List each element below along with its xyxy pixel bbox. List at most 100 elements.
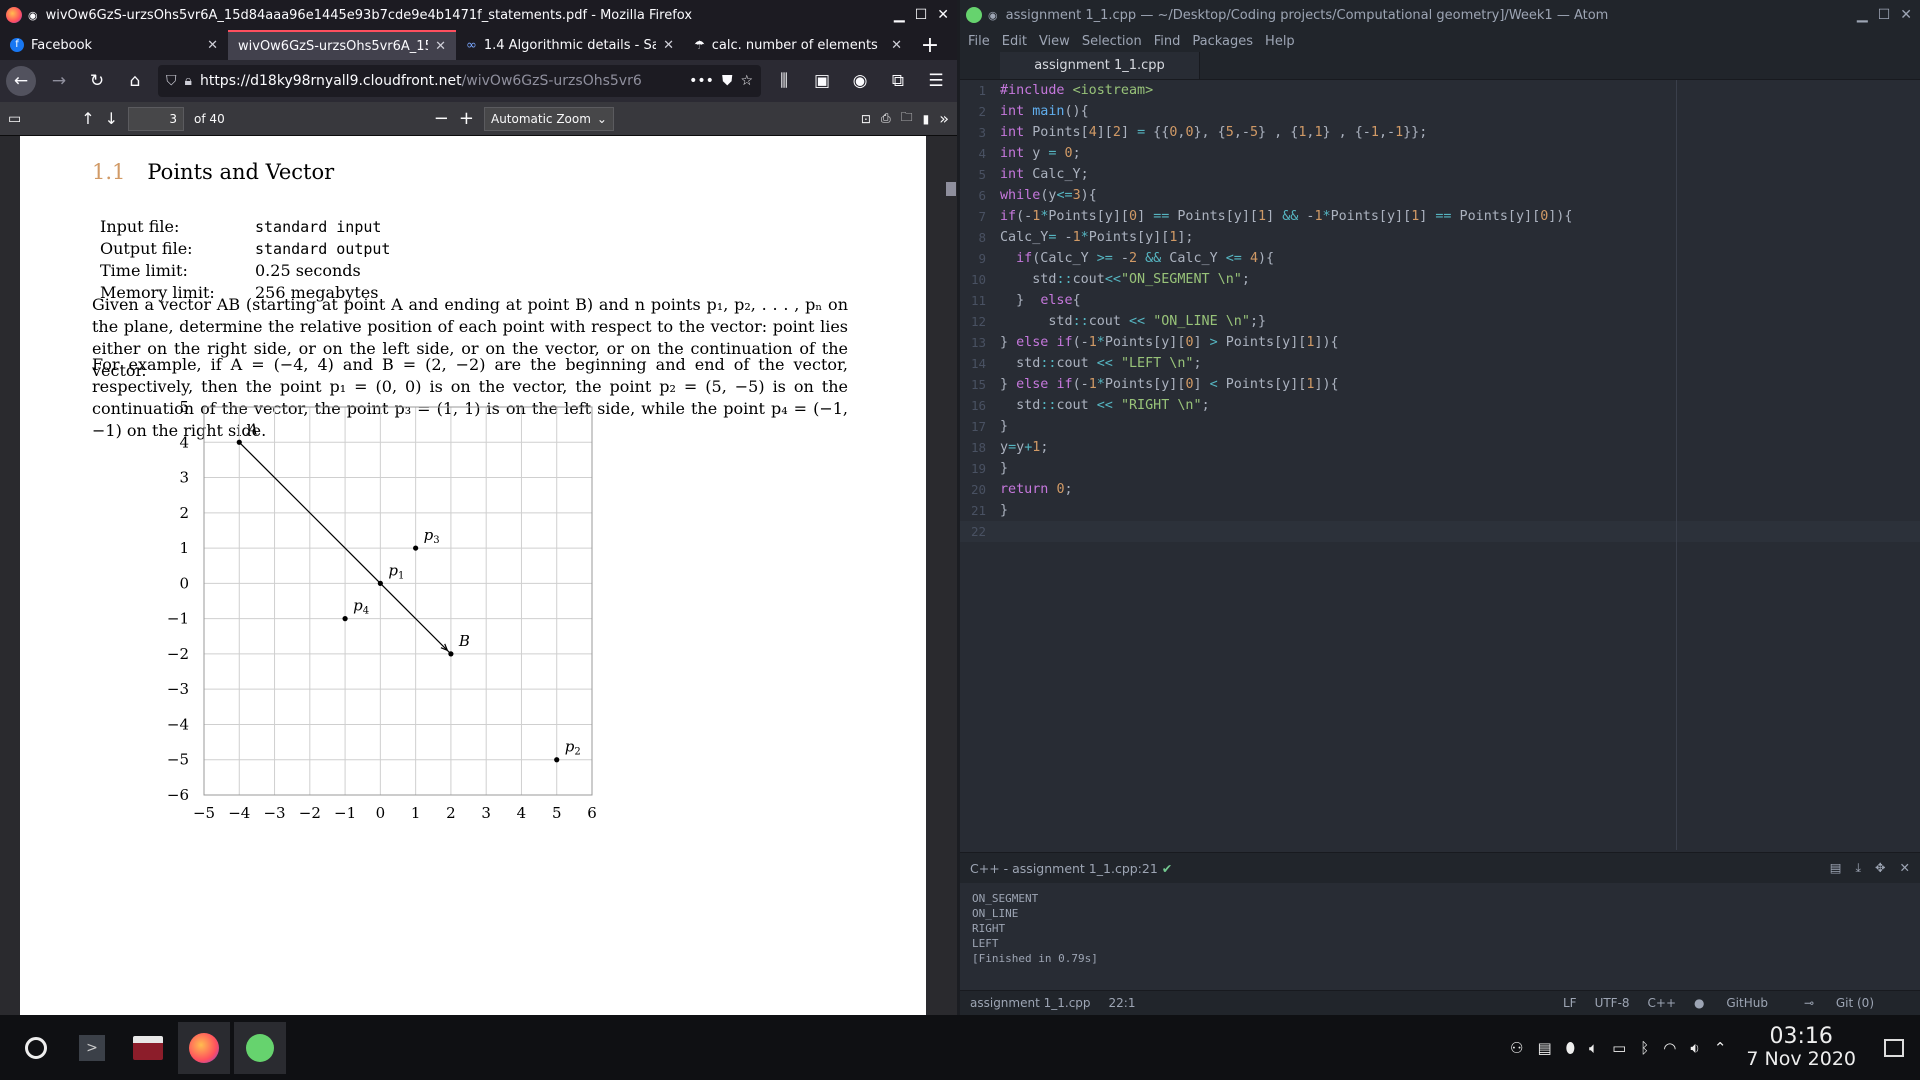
tab-coursera[interactable]: ∞ 1.4 Algorithmic details - Sa ✕ [456, 30, 684, 60]
volume-icon[interactable]: 🔈︎ [1589, 1039, 1598, 1057]
extensions-icon[interactable]: ⧉ [883, 66, 913, 96]
close-tab-icon[interactable]: ✕ [891, 38, 902, 53]
menu-find[interactable]: Find [1154, 34, 1181, 49]
minimize-icon[interactable]: ▁ [894, 7, 905, 23]
code-line[interactable]: 22 [960, 521, 1920, 542]
star-icon[interactable]: ☆ [740, 73, 753, 89]
menu-help[interactable]: Help [1265, 34, 1295, 49]
more-icon[interactable]: ••• [689, 73, 714, 89]
bluetooth-icon[interactable]: ᛒ [1640, 1039, 1649, 1057]
presentation-icon[interactable]: ⊡ [861, 112, 871, 126]
status-git[interactable]: ⊸ Git (0) [1804, 996, 1892, 1010]
reload-button[interactable]: ↻ [82, 66, 112, 96]
save-icon[interactable]: 🗀︎ [901, 108, 913, 129]
code-line[interactable]: 18 y=y+1; [960, 437, 1920, 458]
menu-packages[interactable]: Packages [1192, 34, 1253, 49]
prev-page-icon[interactable]: ↑ [81, 109, 94, 128]
clock[interactable]: 03:16 7 Nov 2020 [1746, 1025, 1856, 1070]
code-line[interactable]: 3 int Points[4][2] = {{0,0}, {5,-5} , {1,… [960, 122, 1920, 143]
download-icon[interactable]: ⤓ [1856, 860, 1862, 876]
tab-facebook[interactable]: f Facebook ✕ [0, 30, 228, 60]
account-icon[interactable]: ◉ [845, 66, 875, 96]
new-tab-button[interactable]: + [912, 30, 948, 60]
zoom-out-icon[interactable]: − [434, 108, 449, 129]
code-line[interactable]: 19} [960, 458, 1920, 479]
code-line[interactable]: 11 } else{ [960, 290, 1920, 311]
close-tab-icon[interactable]: ✕ [435, 39, 446, 54]
menu-view[interactable]: View [1039, 34, 1070, 49]
status-cursor-position[interactable]: 22:1 [1109, 996, 1136, 1010]
code-line[interactable]: 5 int Calc_Y; [960, 164, 1920, 185]
tools-icon[interactable]: » [939, 109, 949, 128]
minimize-icon[interactable]: ▁ [1857, 7, 1868, 23]
close-icon[interactable]: ✕ [1900, 7, 1912, 23]
close-panel-icon[interactable]: ✕ [1900, 860, 1910, 876]
code-line[interactable]: 12 std::cout << "ON_LINE \n";} [960, 311, 1920, 332]
menu-icon[interactable]: ☰ [921, 66, 951, 96]
code-line[interactable]: 9 if(Calc_Y >= -2 && Calc_Y <= 4){ [960, 248, 1920, 269]
code-line[interactable]: 10 std::cout<<"ON_SEGMENT \n"; [960, 269, 1920, 290]
code-line[interactable]: 20 return 0; [960, 479, 1920, 500]
scrollbar-thumb[interactable] [946, 182, 956, 196]
copy-icon[interactable]: ▤ [1830, 860, 1842, 876]
menu-edit[interactable]: Edit [1002, 34, 1027, 49]
settings-icon[interactable]: ✥ [1875, 860, 1885, 876]
page-number-input[interactable]: 3 [128, 106, 185, 131]
pdf-viewer[interactable]: 1.1 Points and Vector Input file: standard… [0, 136, 957, 1015]
code-line[interactable]: 17} [960, 416, 1920, 437]
lock-icon[interactable]: 🔒︎ [185, 73, 192, 89]
pin-icon[interactable]: ◉ [988, 9, 998, 22]
status-line-ending[interactable]: LF [1563, 996, 1577, 1010]
file-manager-icon[interactable] [122, 1022, 174, 1074]
bookmark-icon[interactable]: ▮ [923, 112, 930, 126]
code-line[interactable]: 14 std::cout << "LEFT \n"; [960, 353, 1920, 374]
code-line[interactable]: 16 std::cout << "RIGHT \n"; [960, 395, 1920, 416]
code-line[interactable]: 7 if(-1*Points[y][0] == Points[y][1] && -… [960, 206, 1920, 227]
home-button[interactable]: ⌂ [120, 66, 150, 96]
zoom-select[interactable]: Automatic Zoom ⌄ [483, 106, 614, 131]
sidebar-toggle-icon[interactable]: ▭ [8, 111, 21, 127]
code-editor[interactable]: 1 #include <iostream> 2 int main(){3 int Poi… [960, 80, 1920, 850]
pocket-icon[interactable]: ⛊ [722, 73, 733, 89]
next-page-icon[interactable]: ↓ [105, 109, 118, 128]
code-line[interactable]: 13} else if(-1*Points[y][0] > Points[y][… [960, 332, 1920, 353]
shield-icon[interactable]: ⛉ [166, 73, 177, 89]
code-line[interactable]: 1 #include <iostream> [960, 80, 1920, 101]
code-line[interactable]: 4 int y = 0; [960, 143, 1920, 164]
user-switch-icon[interactable]: ⚇ [1510, 1039, 1523, 1057]
menu-file[interactable]: File [968, 34, 990, 49]
firefox-taskbar-icon[interactable] [178, 1021, 230, 1074]
wifi-icon[interactable]: ◠ [1663, 1039, 1676, 1057]
code-line[interactable]: 6 while(y<=3){ [960, 185, 1920, 206]
code-line[interactable]: 2 int main(){ [960, 101, 1920, 122]
library-icon[interactable]: ⫼ [769, 66, 799, 96]
back-button[interactable]: ← [6, 66, 36, 96]
clipboard-icon[interactable]: ▤ [1537, 1039, 1551, 1057]
show-desktop-icon[interactable] [1884, 1038, 1904, 1057]
maximize-icon[interactable]: ☐ [915, 7, 928, 23]
close-tab-icon[interactable]: ✕ [663, 38, 674, 53]
forward-button[interactable]: → [44, 66, 74, 96]
maximize-icon[interactable]: ☐ [1878, 7, 1891, 23]
speaker-icon[interactable]: 🔉︎ [1690, 1039, 1699, 1057]
editor-tab[interactable]: assignment 1_1.cpp [1000, 52, 1200, 79]
code-line[interactable]: 8 Calc_Y= -1*Points[y][1]; [960, 227, 1920, 248]
zoom-in-icon[interactable]: + [459, 108, 474, 129]
tab-pdf[interactable]: wivOw6GzS-urzsOhs5vr6A_15 ✕ [228, 30, 456, 60]
status-grammar[interactable]: C++ [1648, 996, 1677, 1010]
pin-icon[interactable]: ◉ [28, 9, 38, 22]
notification-icon[interactable]: ⬮ [1566, 1039, 1575, 1057]
close-icon[interactable]: ✕ [937, 7, 949, 23]
atom-taskbar-icon[interactable] [234, 1021, 286, 1074]
url-bar[interactable]: ⛉ 🔒︎ https://d18ky98rnyall9.cloudfront.n… [158, 65, 761, 97]
tab-stackoverflow[interactable]: ☂ calc. number of elements ✕ [684, 30, 912, 60]
tray-expand-icon[interactable]: ⌃ [1714, 1039, 1727, 1057]
status-file[interactable]: assignment 1_1.cpp [970, 996, 1091, 1010]
close-tab-icon[interactable]: ✕ [207, 38, 218, 53]
code-line[interactable]: 21} [960, 500, 1920, 521]
terminal-icon[interactable]: > [66, 1022, 118, 1074]
status-github[interactable]: ● GitHub [1694, 996, 1786, 1010]
code-line[interactable]: 15} else if(-1*Points[y][0] < Points[y][… [960, 374, 1920, 395]
battery-icon[interactable]: ▭ [1612, 1039, 1626, 1057]
launcher-icon[interactable] [10, 1022, 62, 1074]
